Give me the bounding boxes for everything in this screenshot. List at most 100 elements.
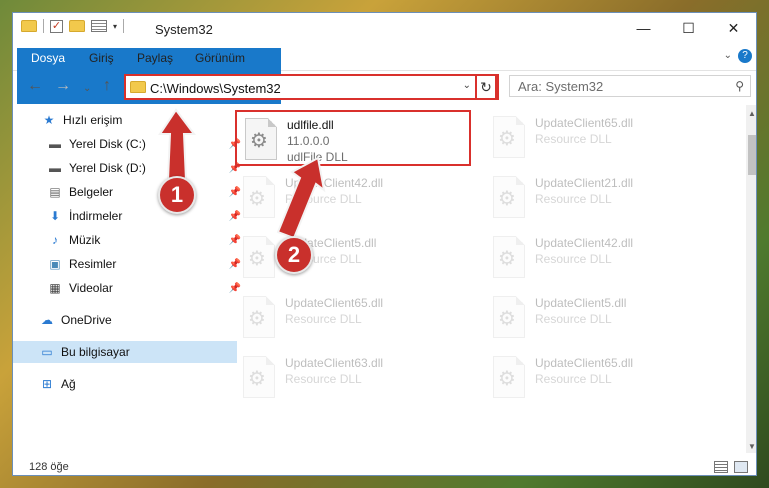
file-description: Resource DLL [535, 132, 612, 146]
file-item-udlfile[interactable]: ⚙ udlfile.dll 11.0.0.0 udlFile DLL [235, 110, 471, 166]
ribbon-expand-icon[interactable]: ⌄ [724, 50, 732, 61]
dll-file-icon: ⚙ [493, 356, 525, 398]
sidebar-item-label: Videolar [69, 281, 113, 295]
forward-arrow-icon[interactable]: → [55, 78, 71, 94]
dll-file-icon: ⚙ [493, 296, 525, 338]
refresh-icon[interactable]: ↻ [475, 74, 497, 100]
sidebar-item-label: Ağ [61, 377, 76, 391]
file-version: 11.0.0.0 [287, 134, 330, 148]
recent-locations-chevron-icon[interactable]: ⌄ [83, 82, 91, 96]
sidebar-item-label: Bu bilgisayar [61, 345, 130, 359]
dll-file-icon: ⚙ [243, 296, 275, 338]
documents-icon: ▤ [49, 185, 61, 199]
properties-icon[interactable] [91, 20, 107, 32]
details-view-icon[interactable] [714, 461, 728, 473]
navigation-bar: ← → ⌄ ↑ C:\Windows\System32 ⌄ ↻ Ara: Sys… [13, 72, 756, 102]
file-item[interactable]: ⚙ UpdateClient65.dll Resource DLL [485, 110, 721, 166]
status-bar: 128 öğe [13, 456, 756, 475]
sidebar-item-videos[interactable]: ▦ Videolar 📌 [13, 277, 245, 299]
window-controls: — ☐ ✕ [621, 13, 756, 43]
file-description: Resource DLL [285, 192, 362, 206]
file-item[interactable]: ⚙ UpdateClient65.dll Resource DLL [235, 290, 471, 346]
tab-home[interactable]: Giriş [79, 48, 124, 69]
dll-file-icon: ⚙ [243, 236, 275, 278]
sidebar-item-label: OneDrive [61, 313, 112, 327]
sidebar-item-onedrive[interactable]: ☁ OneDrive [13, 309, 237, 331]
gear-icon: ⚙ [248, 188, 266, 210]
network-icon: ⊞ [41, 377, 53, 391]
search-icon[interactable]: ⚲ [735, 79, 744, 93]
drive-icon: ▬ [49, 161, 61, 175]
file-item[interactable]: ⚙ UpdateClient21.dll Resource DLL [485, 170, 721, 226]
sidebar-item-local-disk-c[interactable]: ▬ Yerel Disk (C:) 📌 [13, 133, 245, 155]
ribbon-tabs: Dosya Giriş Paylaş Görünüm ⌄ ? [13, 45, 756, 104]
address-path[interactable]: C:\Windows\System32 [150, 81, 281, 96]
sidebar-item-pictures[interactable]: ▣ Resimler 📌 [13, 253, 245, 275]
scroll-thumb[interactable] [748, 135, 756, 175]
file-list: ⚙ udlfile.dll 11.0.0.0 udlFile DLL ⚙ Upd… [213, 105, 743, 453]
file-item[interactable]: ⚙ UpdateClient5.dll Resource DLL [235, 230, 471, 286]
sidebar-item-label: Yerel Disk (C:) [69, 137, 146, 151]
close-icon[interactable]: ✕ [711, 13, 756, 43]
new-folder-icon[interactable] [69, 20, 85, 32]
step-badge-1: 1 [158, 176, 196, 214]
star-icon: ★ [43, 113, 55, 127]
drive-icon: ▬ [49, 137, 61, 151]
sidebar-item-network[interactable]: ⊞ Ağ [13, 373, 237, 395]
sidebar-item-label: Resimler [69, 257, 117, 271]
properties-check-icon[interactable]: ✓ [50, 19, 63, 33]
file-item[interactable]: ⚙ UpdateClient65.dll Resource DLL [485, 350, 721, 406]
up-arrow-icon[interactable]: ↑ [103, 78, 111, 94]
search-placeholder[interactable]: Ara: System32 [518, 79, 603, 94]
large-icons-view-icon[interactable] [734, 461, 748, 473]
cloud-icon: ☁ [41, 313, 53, 327]
file-item[interactable]: ⚙ UpdateClient42.dll Resource DLL [235, 170, 471, 226]
sidebar-item-music[interactable]: ♪ Müzik 📌 [13, 229, 245, 251]
file-description: Resource DLL [535, 372, 612, 386]
tab-view[interactable]: Görünüm [185, 48, 255, 69]
minimize-icon[interactable]: — [621, 13, 666, 43]
dll-file-icon: ⚙ [243, 176, 275, 218]
sidebar-item-quick-access[interactable]: ★ Hızlı erişim [13, 109, 239, 131]
search-box[interactable]: Ara: System32 ⚲ [509, 75, 751, 97]
maximize-icon[interactable]: ☐ [666, 13, 711, 43]
sidebar-item-label: İndirmeler [69, 209, 123, 223]
file-name: udlfile.dll [287, 118, 334, 132]
file-name: UpdateClient21.dll [535, 176, 634, 190]
folder-icon [21, 20, 37, 32]
gear-icon: ⚙ [498, 308, 516, 330]
sidebar-item-local-disk-d[interactable]: ▬ Yerel Disk (D:) 📌 [13, 157, 245, 179]
sidebar-item-this-pc[interactable]: ▭ Bu bilgisayar [13, 341, 237, 363]
dll-file-icon: ⚙ [493, 236, 525, 278]
file-description: Resource DLL [285, 372, 362, 386]
help-icon[interactable]: ? [738, 49, 752, 63]
file-item[interactable]: ⚙ UpdateClient5.dll Resource DLL [485, 290, 721, 346]
vertical-scrollbar[interactable]: ▲ ▼ [746, 105, 756, 453]
tab-share[interactable]: Paylaş [127, 48, 183, 69]
dll-file-icon: ⚙ [245, 118, 277, 160]
sidebar-item-label: Belgeler [69, 185, 114, 199]
back-arrow-icon[interactable]: ← [27, 78, 43, 94]
file-item[interactable]: ⚙ UpdateClient42.dll Resource DLL [485, 230, 721, 286]
explorer-window: ✓ ▾ System32 — ☐ ✕ Dosya Giriş Paylaş Gö… [12, 12, 757, 476]
file-name: UpdateClient63.dll [285, 356, 384, 370]
customize-toolbar-dropdown-icon[interactable]: ▾ [113, 22, 117, 31]
file-item[interactable]: ⚙ UpdateClient63.dll Resource DLL [235, 350, 471, 406]
address-bar[interactable]: C:\Windows\System32 ⌄ ↻ [124, 74, 499, 100]
title-bar: ✓ ▾ System32 — ☐ ✕ [13, 13, 756, 45]
sidebar-item-documents[interactable]: ▤ Belgeler 📌 [13, 181, 245, 203]
gear-icon: ⚙ [250, 130, 268, 152]
file-description: Resource DLL [285, 312, 362, 326]
sidebar-item-label: Yerel Disk (D:) [69, 161, 146, 175]
file-name: UpdateClient65.dll [285, 296, 384, 310]
navigation-pane: ★ Hızlı erişim ▬ Yerel Disk (C:) 📌 ▬ Yer… [13, 109, 241, 449]
item-count: 128 öğe [29, 461, 69, 473]
sidebar-item-downloads[interactable]: ⬇ İndirmeler 📌 [13, 205, 245, 227]
address-history-chevron-icon[interactable]: ⌄ [463, 80, 471, 91]
sidebar-item-label: Hızlı erişim [63, 113, 123, 127]
quick-access-toolbar: ✓ ▾ [21, 19, 125, 33]
scroll-up-icon[interactable]: ▲ [748, 109, 756, 118]
scroll-down-icon[interactable]: ▼ [748, 442, 756, 451]
file-description: udlFile DLL [287, 150, 348, 164]
file-name: UpdateClient5.dll [535, 296, 627, 310]
